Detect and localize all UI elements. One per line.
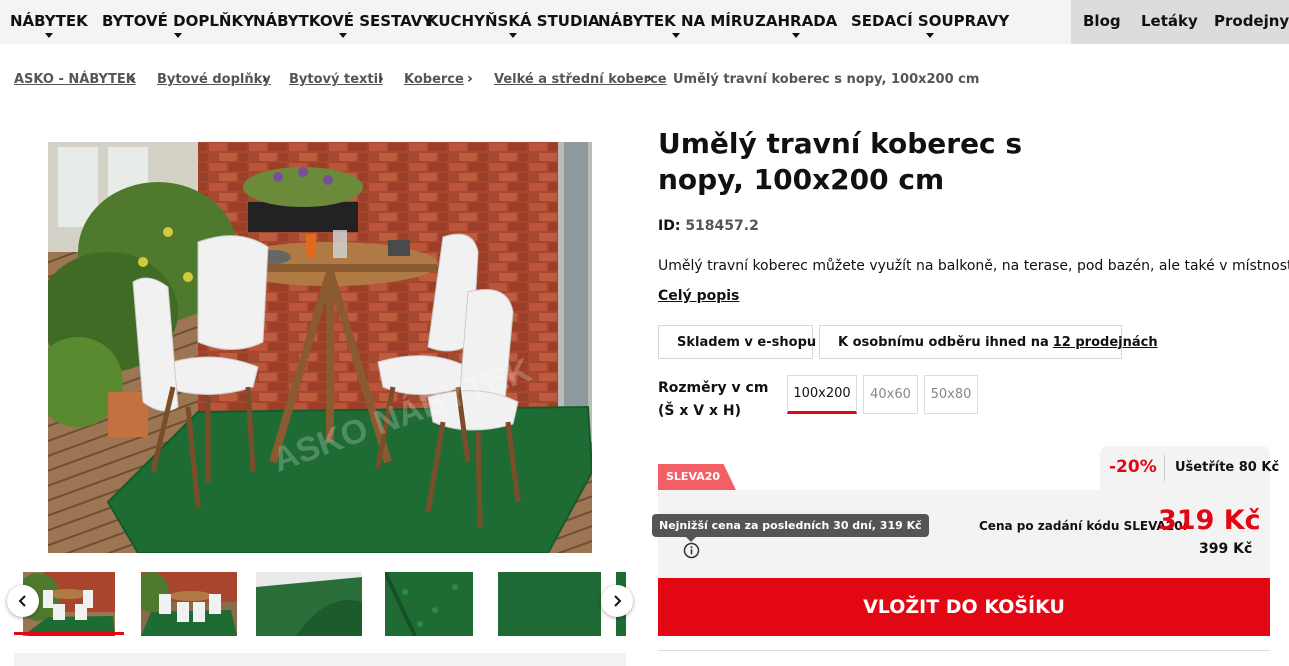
info-icon[interactable] <box>683 542 700 559</box>
thumbnail-strip <box>14 570 626 638</box>
thumbnail-3[interactable] <box>256 572 362 636</box>
chevron-right-icon <box>614 595 622 607</box>
breadcrumb-item-bytovy-textil[interactable]: Bytový textil <box>289 72 383 87</box>
chevron-left-icon <box>18 595 26 607</box>
saving-amount: Ušetříte 80 Kč <box>1175 460 1280 475</box>
code-price-label: Cena po zadání kódu SLEVA20: <box>979 519 1188 533</box>
full-description-link[interactable]: Celý popis <box>658 288 739 304</box>
stock-eshop-badge: Skladem v e-shopu <box>658 325 817 359</box>
product-short-description: Umělý travní koberec můžete využít na ba… <box>658 258 1289 274</box>
breadcrumb-current: Umělý travní koberec s nopy, 100x200 cm <box>673 72 980 87</box>
nav-link-letaky[interactable]: Letáky <box>1141 0 1198 44</box>
thumbnail-image <box>498 572 601 636</box>
thumbnail-image <box>256 572 362 636</box>
product-title: Umělý travní koberec s nopy, 100x200 cm <box>658 127 1023 196</box>
breadcrumb-separator: › <box>130 71 136 87</box>
below-cart-panel <box>658 650 1270 666</box>
chevron-down-icon <box>672 33 681 38</box>
nav-link-blog[interactable]: Blog <box>1083 0 1121 44</box>
breadcrumb-separator: › <box>378 71 384 87</box>
product-id-label: ID: <box>658 218 681 234</box>
nav-secondary: Blog Letáky Prodejny <box>1071 0 1289 44</box>
thumbnail-2[interactable] <box>141 572 237 636</box>
chevron-down-icon <box>926 33 935 38</box>
breadcrumb-item-velke-koberce[interactable]: Velké a střední koberce <box>494 72 667 87</box>
nav-link-prodejny[interactable]: Prodejny <box>1214 0 1289 44</box>
thumbnail-5[interactable] <box>498 572 601 636</box>
nav-item-kuchynska-studia[interactable]: KUCHYŇSKÁ STUDIA <box>427 0 600 44</box>
thumbnail-image <box>385 572 473 636</box>
dimensions-label: Rozměry v cm (Š x V x H) <box>658 380 769 419</box>
lowest-price-tooltip: Nejnižší cena za posledních 30 dní, 319 … <box>652 514 929 542</box>
breadcrumb-separator: › <box>262 71 268 87</box>
chevron-down-icon <box>509 33 518 38</box>
discount-percent: -20% <box>1109 457 1157 477</box>
thumbnail-4[interactable] <box>385 572 473 636</box>
product-id-value: 518457.2 <box>685 218 759 234</box>
promo-code-tag: SLEVA20 <box>658 464 736 490</box>
gallery-next-button[interactable] <box>601 585 633 617</box>
thumbnail-active-indicator <box>14 632 124 635</box>
chevron-down-icon <box>173 33 182 38</box>
price-after-code: 319 Kč <box>1158 505 1261 536</box>
stock-eshop-text: Skladem v e-shopu <box>677 334 817 350</box>
nav-item-nabytek-na-miru[interactable]: NÁBYTEK NA MÍRU <box>598 0 755 44</box>
divider <box>1164 455 1165 481</box>
nav-item-zahrada[interactable]: ZAHRADA <box>755 0 837 44</box>
nav-item-nabytkove-sestavy[interactable]: NÁBYTKOVÉ SESTAVY <box>253 0 433 44</box>
breadcrumb-item-home[interactable]: ASKO - NÁBYTEK <box>14 72 136 87</box>
product-main-image[interactable]: ASKO NÁBYTEK <box>48 142 592 553</box>
stock-pickup-badge: K osobnímu odběru ihned na 12 prodejnách <box>819 325 1158 359</box>
breadcrumb-item-koberce[interactable]: Koberce <box>404 72 464 87</box>
thumbnail-image <box>141 572 237 636</box>
patio-scene-image: ASKO NÁBYTEK <box>48 142 592 553</box>
gallery-footer-panel <box>14 653 626 666</box>
stores-link[interactable]: 12 prodejnách <box>1053 335 1158 350</box>
product-id: ID: 518457.2 <box>658 218 759 234</box>
main-nav: NÁBYTEK BYTOVÉ DOPLŇKY NÁBYTKOVÉ SESTAVY… <box>0 0 1289 44</box>
price-regular: 399 Kč <box>1199 541 1253 557</box>
nav-item-sedaci-soupravy[interactable]: SEDACÍ SOUPRAVY <box>851 0 1009 44</box>
chevron-down-icon <box>339 33 348 38</box>
size-option-100x200[interactable]: 100x200 <box>787 375 857 414</box>
size-option-40x60[interactable]: 40x60 <box>863 375 918 414</box>
gallery-prev-button[interactable] <box>7 585 39 617</box>
size-option-50x80[interactable]: 50x80 <box>924 375 978 414</box>
breadcrumb-separator: › <box>646 71 652 87</box>
stock-pickup-text: K osobnímu odběru ihned na <box>838 334 1049 350</box>
add-to-cart-button[interactable]: VLOŽIT DO KOŠÍKU <box>658 578 1270 636</box>
breadcrumb-item-bytove-doplnky[interactable]: Bytové doplňky <box>157 72 271 87</box>
chevron-down-icon <box>44 33 53 38</box>
nav-item-bytove-doplnky[interactable]: BYTOVÉ DOPLŇKY <box>102 0 254 44</box>
chevron-down-icon <box>792 33 801 38</box>
nav-item-nabytek[interactable]: NÁBYTEK <box>10 0 88 44</box>
breadcrumb-separator: › <box>467 71 473 87</box>
